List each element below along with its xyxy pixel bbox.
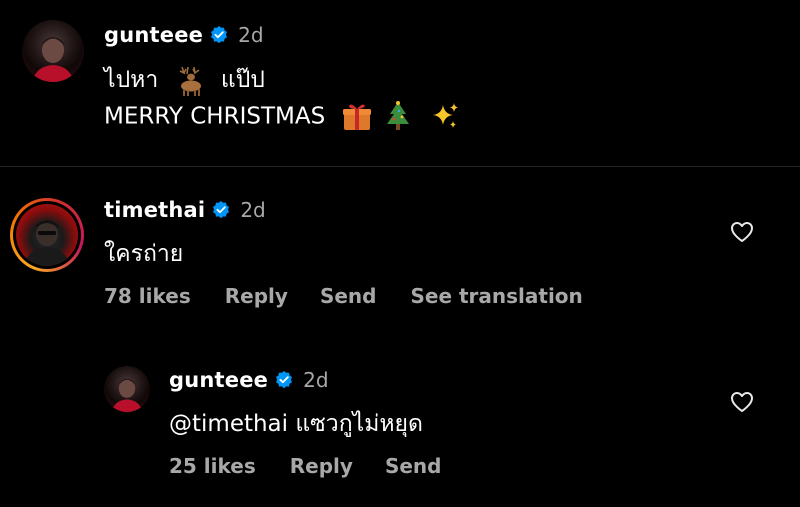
- comment-header: timethai 2d: [104, 196, 266, 224]
- caption-text: ไปหา: [104, 67, 159, 93]
- comment-text: ใครถ่าย: [104, 241, 184, 267]
- verified-badge-icon: [211, 26, 228, 44]
- comment-text: @timethai แซวกูไม่หยุด: [169, 411, 423, 437]
- post-caption: gunteee 2d ไปหา แป๊ป MERRY CHRISTMAS: [0, 0, 800, 166]
- avatar[interactable]: [16, 204, 78, 266]
- comment-actions: 25 likes Reply Send: [169, 454, 441, 478]
- likes-count[interactable]: 25 likes: [169, 454, 256, 478]
- reply-button[interactable]: Reply: [225, 284, 288, 308]
- avatar-portrait-icon: [111, 378, 143, 412]
- caption-line-2: MERRY CHRISTMAS: [104, 100, 461, 134]
- timestamp: 2d: [240, 198, 266, 222]
- verified-badge-icon: [213, 201, 230, 219]
- caption-header: gunteee 2d: [104, 21, 264, 49]
- username[interactable]: timethai: [104, 198, 205, 222]
- see-translation-button[interactable]: See translation: [410, 284, 582, 308]
- timestamp: 2d: [238, 23, 264, 47]
- avatar-portrait-icon: [24, 220, 70, 266]
- likes-count[interactable]: 78 likes: [104, 284, 191, 308]
- caption-text: แป๊ป: [220, 67, 265, 93]
- timestamp: 2d: [303, 368, 329, 392]
- verified-badge-icon: [276, 371, 293, 389]
- send-button[interactable]: Send: [320, 284, 377, 308]
- christmas-tree-emoji: [386, 101, 409, 130]
- username[interactable]: gunteee: [169, 368, 268, 392]
- avatar[interactable]: [22, 20, 84, 82]
- caption-line-1: ไปหา แป๊ป: [104, 62, 265, 98]
- deer-emoji: [179, 66, 201, 96]
- gift-emoji: [342, 104, 371, 130]
- comment-header: gunteee 2d: [169, 366, 329, 394]
- reply-button[interactable]: Reply: [290, 454, 353, 478]
- heart-outline-icon[interactable]: [730, 221, 754, 243]
- comment-actions: 78 likes Reply Send See translation: [104, 284, 583, 308]
- heart-outline-icon[interactable]: [730, 391, 754, 413]
- send-button[interactable]: Send: [385, 454, 442, 478]
- username[interactable]: gunteee: [104, 23, 203, 47]
- caption-divider: [0, 166, 800, 167]
- avatar-portrait-icon: [32, 37, 74, 82]
- sparkles-emoji: [433, 103, 459, 128]
- avatar[interactable]: [104, 366, 150, 412]
- caption-text: MERRY CHRISTMAS: [104, 103, 326, 130]
